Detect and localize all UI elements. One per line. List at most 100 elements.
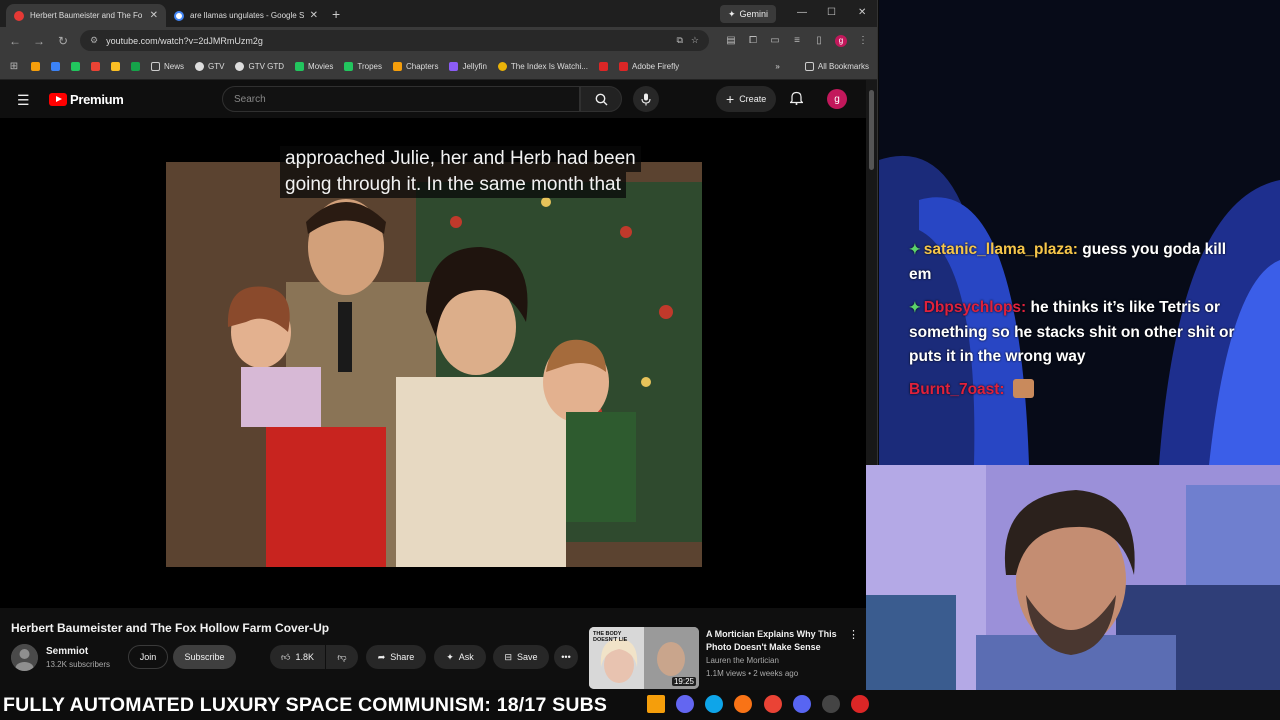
channel-name[interactable]: Semmiot [46, 646, 88, 657]
tab-google[interactable]: are llamas ungulates - Google S ✕ [166, 4, 326, 27]
phone-icon[interactable] [131, 62, 140, 71]
chat-username: Dbpsychlops: [923, 299, 1027, 316]
bookmark-jellyfin[interactable]: Jellyfin [449, 62, 487, 71]
forward-icon[interactable]: → [32, 34, 46, 48]
more-actions-button[interactable]: ••• [554, 645, 578, 669]
obs-icon[interactable] [822, 695, 840, 713]
edge-icon[interactable] [705, 695, 723, 713]
media-controls-icon[interactable]: ≡ [791, 35, 803, 46]
sheet-icon [344, 62, 354, 71]
browser-toolbar: ← → ↻ ⚙ youtube.com/watch?v=2dJMRmUzm2g … [0, 27, 877, 54]
subscribe-button[interactable]: Subscribe [173, 645, 236, 669]
bookmark-gtv-gtd[interactable]: GTV GTD [235, 62, 284, 71]
folder-icon [151, 62, 160, 71]
minimize-button[interactable]: — [797, 7, 807, 18]
recommendation-menu-icon[interactable]: ⋮ [848, 628, 859, 641]
bookmark-icon[interactable] [111, 62, 120, 71]
save-button[interactable]: ⊟ Save [493, 645, 549, 669]
video-duration: 19:25 [671, 677, 696, 686]
share-arrow-icon: ➦ [377, 651, 386, 662]
recommended-video-thumbnail[interactable]: THE BODY DOESN'T LIE 19:25 [589, 627, 699, 689]
search-button[interactable] [580, 86, 622, 112]
bookmark-icon[interactable] [51, 62, 60, 71]
dislike-button[interactable]: 👎︎ [326, 645, 358, 669]
recommended-channel[interactable]: Lauren the Mortician [706, 656, 779, 665]
url-text[interactable]: youtube.com/watch?v=2dJMRmUzm2g [106, 36, 668, 46]
chrome-icon[interactable] [764, 695, 782, 713]
share-label: Share [390, 652, 415, 662]
bookmark-label: Jellyfin [462, 62, 487, 71]
chat-message: ✦ satanic_llama_plaza: guess you goda kil… [909, 237, 1239, 287]
video-frame[interactable] [166, 162, 702, 567]
voice-search-button[interactable] [633, 86, 659, 112]
create-button[interactable]: + Create [716, 86, 777, 112]
maximize-button[interactable]: ☐ [827, 7, 836, 18]
share-button[interactable]: ➦ Share [366, 645, 426, 669]
hamburger-menu-icon[interactable]: ☰ [17, 92, 30, 109]
adobe-icon [618, 62, 628, 71]
youtube-logo[interactable]: Premium [49, 92, 124, 107]
gmail-icon[interactable] [91, 62, 100, 71]
like-button[interactable]: 👍︎ 1.8K [270, 645, 325, 669]
scrollbar-thumb[interactable] [869, 90, 874, 170]
subscriber-goal-ticker: FULLY AUTOMATED LUXURY SPACE COMMUNISM: … [0, 690, 1280, 720]
extensions-icon[interactable]: ⧠ [747, 35, 759, 46]
bookmark-icon [392, 62, 402, 71]
bookmark-icon[interactable] [31, 62, 40, 71]
ask-button[interactable]: ✦ Ask [434, 645, 486, 669]
back-icon[interactable]: ← [8, 34, 22, 48]
bookmark-label: Movies [308, 62, 334, 71]
bookmark-news[interactable]: News [151, 62, 184, 71]
profile-avatar[interactable]: g [835, 34, 847, 47]
tab-youtube[interactable]: Herbert Baumeister and The Fo ✕ [6, 4, 166, 27]
bookmarks-overflow-button[interactable]: » [775, 62, 779, 71]
app-icon[interactable] [676, 695, 694, 713]
recommended-video-title[interactable]: A Mortician Explains Why This Photo Does… [706, 628, 844, 654]
vlc-icon[interactable] [647, 695, 665, 713]
sidebar-icon[interactable]: ▯ [813, 35, 825, 46]
all-bookmarks[interactable]: All Bookmarks [804, 62, 869, 71]
webcam-image [866, 465, 1280, 690]
cast-icon[interactable]: ⧉ [676, 35, 682, 46]
bookmark-tropes[interactable]: Tropes [344, 62, 382, 71]
channel-avatar[interactable] [11, 644, 38, 671]
bookmark-label: Adobe Firefly [631, 62, 680, 71]
close-tab-icon[interactable]: ✕ [150, 10, 158, 21]
bookmark-chapters[interactable]: Chapters [392, 62, 438, 71]
subscriber-count: 13.2K subscribers [46, 660, 111, 669]
jellyfin-icon [449, 62, 459, 71]
bookmark-icon[interactable] [598, 62, 608, 71]
video-player[interactable]: approached Julie, her and Herb had been … [0, 118, 866, 608]
bookmark-save-icon: ⊟ [504, 651, 513, 662]
menu-kebab-icon[interactable]: ⋮ [857, 35, 869, 46]
github-icon [235, 62, 245, 71]
bookmark-index[interactable]: The Index Is Watchi... [497, 62, 588, 71]
close-tab-icon[interactable]: ✕ [310, 10, 318, 21]
apps-grid-icon[interactable]: ⊞ [8, 61, 20, 72]
ticker-text: FULLY AUTOMATED LUXURY SPACE COMMUNISM: … [3, 694, 608, 716]
bookmark-movies[interactable]: Movies [295, 62, 333, 71]
close-window-button[interactable]: ✕ [858, 7, 866, 18]
new-tab-button[interactable]: + [332, 6, 340, 22]
split-view-icon[interactable]: ▭ [769, 35, 781, 46]
drive-icon[interactable] [71, 62, 80, 71]
gemini-button[interactable]: ✦ Gemini [720, 5, 777, 23]
reload-icon[interactable]: ↻ [56, 34, 70, 48]
join-button[interactable]: Join [128, 645, 168, 669]
thumbs-up-icon: 👍︎ [281, 651, 291, 662]
app-icon[interactable] [851, 695, 869, 713]
bookmark-adobe-firefly[interactable]: Adobe Firefly [618, 62, 680, 71]
address-bar[interactable]: ⚙ youtube.com/watch?v=2dJMRmUzm2g ⧉ ☆ [80, 30, 709, 51]
discord-icon[interactable] [793, 695, 811, 713]
firefox-icon[interactable] [734, 695, 752, 713]
bookmark-star-icon[interactable]: ☆ [691, 35, 699, 46]
bookmark-icon [497, 62, 507, 71]
bookmark-gtv[interactable]: GTV [195, 62, 224, 71]
clipboard-icon[interactable]: ▤ [725, 35, 737, 46]
notifications-bell-icon[interactable] [789, 91, 804, 108]
stream-chat: ✦ satanic_llama_plaza: guess you goda kil… [909, 237, 1239, 410]
account-avatar[interactable]: g [827, 89, 847, 109]
site-info-icon[interactable]: ⚙ [90, 35, 98, 46]
search-input[interactable]: Search [222, 86, 580, 112]
tab-strip: Herbert Baumeister and The Fo ✕ are llam… [0, 0, 877, 27]
